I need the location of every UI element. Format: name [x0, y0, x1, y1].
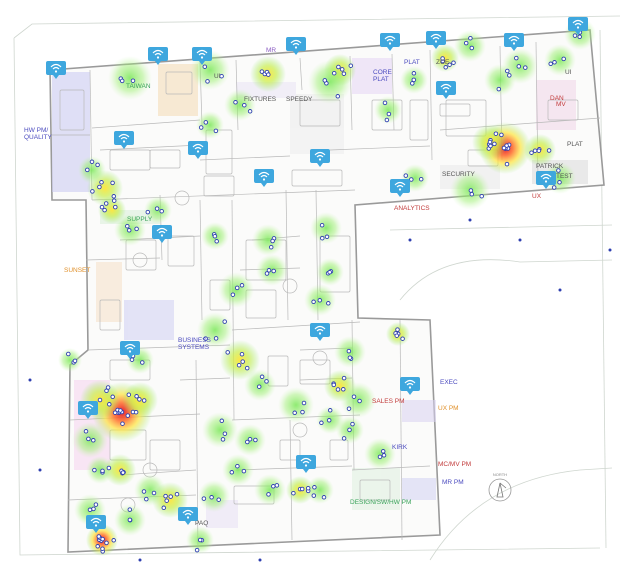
room-label-test: TEST [556, 173, 573, 180]
room-label-security: SECURITY [442, 171, 476, 178]
room-label-ui-right: UI [565, 69, 572, 76]
room-label-speedy: SPEEDY [286, 96, 313, 103]
room-label-paq: PAQ [195, 520, 208, 527]
floorplan-heatmap[interactable]: HW PM/QUALITYTAIWANUIMRFIXTURES SPEEDYCOR… [0, 0, 628, 571]
room-label-mv: MV [556, 101, 566, 108]
room-label-sunset: SUNSET [64, 267, 90, 274]
heatmap-stage: HW PM/QUALITY TAIWAN UI MR FIXTURES SPEEDY COR… [0, 0, 628, 571]
room-label-business-systems: BUSINESS SYSTEMS [178, 337, 212, 351]
room-label-patrick: PATRICK [536, 163, 564, 170]
room-label-taiwan: TAIWAN [126, 83, 151, 90]
room-label-kirk: KIRK [392, 444, 408, 451]
room-label-ux-pm: UX PM [438, 405, 459, 412]
room-label-plat-right: PLAT [567, 141, 583, 148]
room-label-zoe: ZOE [436, 59, 450, 66]
room-label-mr-pm: MR PM [442, 479, 464, 486]
room-label-ux: UX [532, 193, 542, 200]
north-label: NORTH [493, 472, 507, 477]
room-label-analytics: ANALYTICS [394, 205, 430, 212]
room-label-sales-pm: SALES PM [372, 398, 405, 405]
room-label-exec: EXEC [440, 379, 458, 386]
north-arrow-icon: NORTH [488, 472, 512, 502]
room-label-plat: PLAT [404, 59, 420, 66]
room-label-ui-top: UI [214, 73, 221, 80]
room-label-mc-mv-pm: MC/MV PM [438, 461, 471, 468]
room-label-hw-pm-quality: HW PM/QUALITY [24, 127, 52, 141]
room-label-design-sw-pm: DESIGN/SW/HW PM [350, 499, 411, 506]
room-label-fixtures: FIXTURES [244, 96, 277, 103]
room-label-mr: MR [266, 47, 276, 54]
room-label-supply: SUPPLY [127, 216, 153, 223]
